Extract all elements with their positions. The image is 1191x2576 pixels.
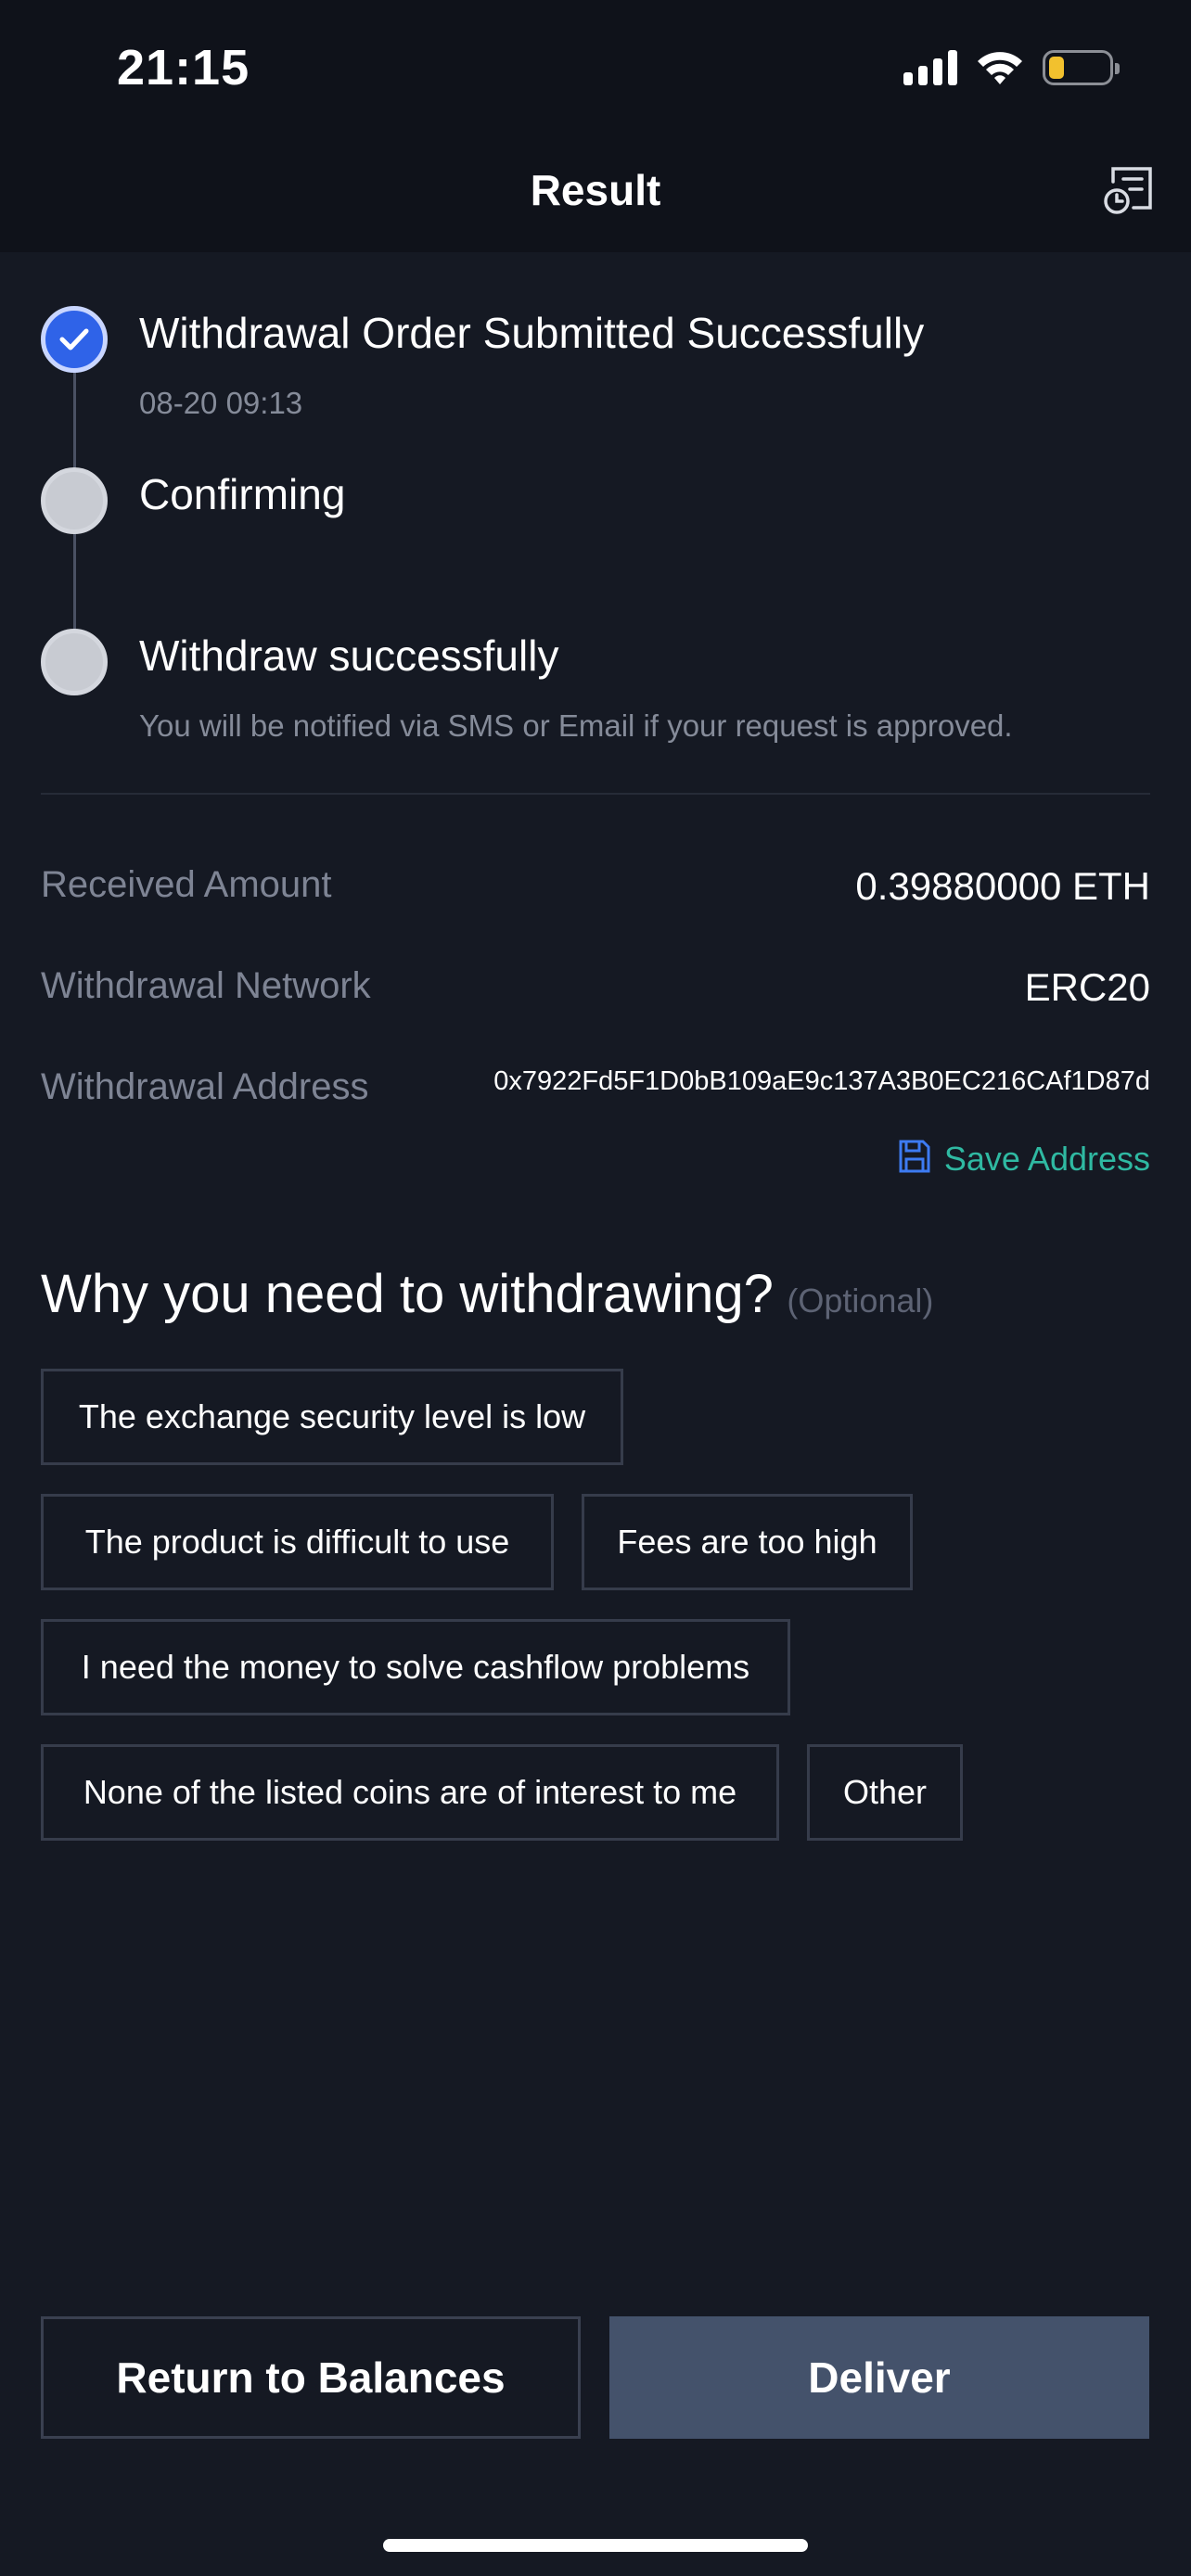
reasons-heading: Why you need to withdrawing? (Optional) <box>41 1263 933 1325</box>
deliver-button[interactable]: Deliver <box>609 2316 1149 2439</box>
status-time: 21:15 <box>117 40 250 96</box>
reason-chip-security[interactable]: The exchange security level is low <box>41 1369 623 1465</box>
order-history-icon[interactable] <box>1100 161 1156 217</box>
withdrawal-network-value: ERC20 <box>1024 965 1150 1009</box>
return-to-balances-button[interactable]: Return to Balances <box>41 2316 581 2439</box>
wifi-icon <box>976 49 1024 86</box>
reason-chip-other[interactable]: Other <box>807 1744 963 1841</box>
result-screen: 21:15 Result Withdrawal Order Submitted … <box>0 0 1191 2576</box>
received-amount-value: 0.39880000 ETH <box>855 864 1150 908</box>
signal-icon <box>903 50 957 85</box>
save-address-label: Save Address <box>943 1139 1150 1178</box>
step-timestamp: 08-20 09:13 <box>139 386 303 420</box>
reason-chip-no-interest[interactable]: None of the listed coins are of interest… <box>41 1744 779 1841</box>
reason-chip-cashflow[interactable]: I need the money to solve cashflow probl… <box>41 1619 790 1715</box>
save-icon <box>898 1139 931 1179</box>
pending-dot-icon <box>41 467 108 534</box>
optional-tag: (Optional) <box>787 1282 934 1320</box>
withdrawal-network-label: Withdrawal Network <box>41 965 371 1006</box>
check-icon <box>41 306 108 373</box>
withdrawal-address-value: 0x7922Fd5F1D0bB109aE9c137A3B0EC216CAf1D8… <box>493 1066 1150 1096</box>
withdrawal-address-label: Withdrawal Address <box>41 1066 369 1107</box>
pending-dot-icon <box>41 629 108 695</box>
step-title: Confirming <box>139 470 346 518</box>
reasons-title: Why you need to withdrawing? <box>41 1264 774 1324</box>
step-note: You will be notified via SMS or Email if… <box>139 708 1013 743</box>
received-amount-label: Received Amount <box>41 864 332 905</box>
divider <box>41 793 1150 795</box>
status-icons <box>903 46 1120 89</box>
top-bar: 21:15 Result <box>0 0 1191 252</box>
save-address-button[interactable]: Save Address <box>898 1139 1150 1179</box>
page-title: Result <box>530 166 661 214</box>
home-indicator[interactable] <box>383 2539 808 2552</box>
step-title: Withdrawal Order Submitted Successfully <box>139 309 925 357</box>
reason-chip-fees[interactable]: Fees are too high <box>582 1494 913 1590</box>
reason-chip-difficult[interactable]: The product is difficult to use <box>41 1494 554 1590</box>
step-title: Withdraw successfully <box>139 631 559 680</box>
battery-icon <box>1043 50 1120 85</box>
